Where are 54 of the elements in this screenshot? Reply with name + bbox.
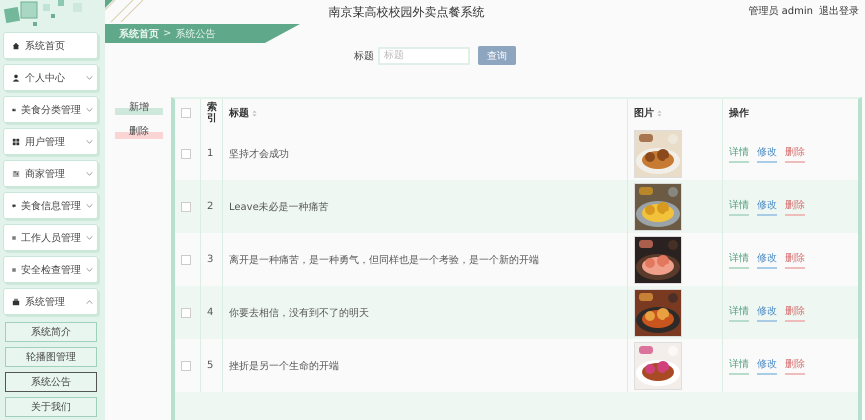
nav-item[interactable]: 系统管理 [3,288,98,315]
column-header: 索引 [207,102,217,124]
table-cell-text: 坚持才会成功 [229,148,289,160]
checkbox[interactable] [181,202,191,212]
add-button[interactable]: 新增 [115,101,163,115]
column-header[interactable]: 图片 [634,106,654,120]
column-header[interactable]: 标题 [229,106,249,120]
briefcase-icon [12,298,20,306]
nav-item[interactable]: 个人中心 [3,64,98,91]
person-icon [12,74,20,82]
sort-icon[interactable] [252,110,257,116]
submenu-item[interactable]: 系统公告 [5,372,97,392]
nav-item[interactable]: 安全检查管理 [3,256,98,283]
delete-button[interactable]: 删除 [115,125,163,139]
logout-link[interactable]: 退出登录 [819,4,859,18]
checkbox[interactable] [181,360,191,370]
grid-icon [12,266,16,274]
table-cell-text: 离开是一种痛苦，是一种勇气，但同样也是一个考验，是一个新的开端 [229,254,539,266]
table-cell: 1 [207,148,214,159]
table-cell-text: 你要去相信，没有到不了的明天 [229,306,369,320]
nav-item[interactable]: 美食信息管理 [3,192,98,219]
edit-link[interactable]: 修改 [757,144,777,162]
submenu-item[interactable]: 轮播图管理 [5,347,97,367]
chat-icon [12,202,16,210]
column-header: 操作 [729,106,749,120]
table-cell-text: 挫折是另一个生命的开端 [229,360,339,372]
breadcrumb-separator: > [163,28,172,39]
table-cell-text: Leave未必是一种痛苦 [229,200,329,214]
sort-icon[interactable] [657,110,662,116]
home-icon [12,42,20,50]
checkbox[interactable] [181,148,191,158]
checkbox[interactable] [181,254,191,264]
app-title: 南京某高校校园外卖点餐系统 [328,4,486,21]
submenu-item[interactable]: 系统简介 [5,322,97,342]
nav-item[interactable]: 商家管理 [3,160,98,187]
table-cell: 2 [207,201,214,212]
edit-link[interactable]: 修改 [757,250,777,268]
search-field[interactable]: 标题 [378,46,470,64]
nav-item[interactable]: 美食分类管理 [3,96,98,123]
user-label: 管理员 admin [748,5,813,18]
search-label: 标题 [354,50,374,62]
sliders-icon [12,170,20,178]
submenu-item[interactable]: 关于我们 [5,397,97,417]
table-cell: 3 [207,254,214,265]
nav-item[interactable]: 工作人员管理 [3,224,98,251]
table-cell: 5 [207,360,214,371]
checkbox[interactable] [181,108,191,118]
grid-icon [12,138,20,146]
table-cell: 4 [207,307,214,318]
nav-item[interactable]: 用户管理 [3,128,98,155]
checkbox[interactable] [181,308,191,318]
grid-icon [12,234,16,242]
nav-item[interactable]: 系统首页 [3,32,98,59]
edit-link[interactable]: 修改 [757,356,777,374]
